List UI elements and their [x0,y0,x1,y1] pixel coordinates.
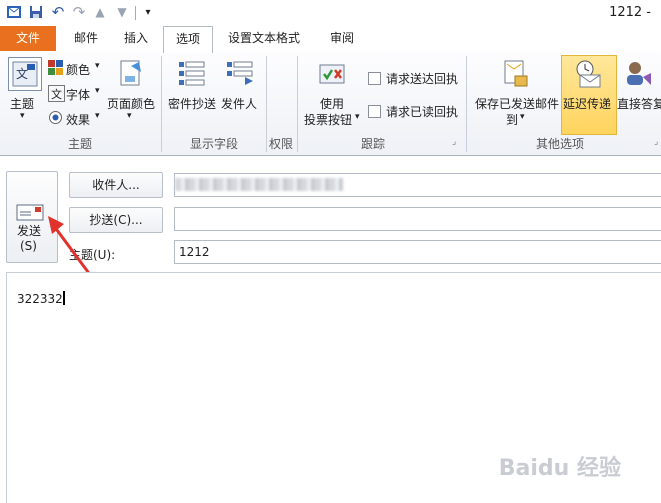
voting-label-line2: 投票按钮 [304,113,353,127]
tab-insert[interactable]: 插入 [114,26,158,51]
customize-icon[interactable]: ▾ [140,4,156,20]
delivery-receipt-label: 请求送达回执 [386,72,459,86]
save-icon[interactable] [28,4,44,20]
save-sent-label-line1: 保存已发送邮件 [475,97,560,111]
colors-button[interactable]: 颜色 [66,61,90,78]
colors-dropdown-icon[interactable]: ▾ [95,61,100,71]
cc-field[interactable] [174,207,661,231]
fonts-button[interactable]: 字体 [66,86,90,103]
voting-buttons-icon[interactable] [316,58,348,90]
group-label-more-options: 其他选项 [535,137,584,151]
group-separator [466,56,467,152]
save-sent-label-line2: 到 [506,113,519,127]
save-sent-icon[interactable] [500,57,532,91]
dialog-launcher-icon[interactable]: ⌟ [452,137,456,147]
annotation-arrow [44,214,94,276]
voting-dropdown-icon[interactable]: ▾ [355,112,360,122]
from-icon[interactable] [224,58,256,90]
fonts-icon: 文 [48,85,65,102]
delivery-receipt-checkbox[interactable] [368,72,381,85]
page-color-label: 页面颜色 [107,97,156,111]
redo-icon[interactable]: ↷ [71,3,87,21]
up-arrow-icon[interactable]: ▲ [92,4,108,20]
body-text: 322332 [17,291,65,306]
window-title: 1212 - [609,5,651,20]
group-label-show-fields: 显示字段 [189,137,238,151]
toolbar-divider [135,6,136,20]
page-color-dropdown-icon[interactable]: ▾ [127,111,132,121]
watermark: Baidu 经验 [498,456,621,481]
group-label-tracking: 跟踪 [360,137,385,151]
tab-options[interactable]: 选项 [163,26,213,53]
delay-delivery-icon [571,58,605,90]
page-color-icon[interactable] [116,57,146,89]
text-cursor [62,291,65,305]
redacted-address [175,178,343,191]
delay-delivery-label: 延迟传递 [563,97,612,111]
effects-dropdown-icon[interactable]: ▾ [95,111,100,121]
theme-dropdown-icon[interactable]: ▾ [20,111,25,121]
tab-file[interactable]: 文件 [0,26,56,51]
send-label: 发送 [17,224,42,238]
effects-button[interactable]: 效果 [66,111,90,128]
svg-text:文: 文 [16,66,28,81]
from-label: 发件人 [221,97,258,111]
to-button[interactable]: 收件人... [69,172,163,198]
down-arrow-icon[interactable]: ▼ [114,4,130,20]
read-receipt-label: 请求已读回执 [386,105,459,119]
direct-reply-label: 直接答复 [617,97,661,111]
group-label-themes: 主题 [67,137,92,151]
bcc-label: 密件抄送 [168,97,217,111]
save-sent-dropdown-icon[interactable]: ▾ [520,112,525,122]
dialog-launcher-icon[interactable]: ⌟ [654,137,658,147]
read-receipt-checkbox[interactable] [368,105,381,118]
theme-label: 主题 [10,97,35,111]
colors-icon [48,60,63,75]
group-label-permission: 权限 [268,137,293,151]
effects-icon [48,110,63,125]
undo-icon[interactable]: ↶ [50,3,66,21]
theme-icon[interactable]: 文 [8,57,42,91]
outlook-icon [6,4,22,20]
to-field[interactable] [174,173,661,197]
send-shortcut: (S) [20,239,37,253]
subject-field[interactable]: 1212 [174,240,661,264]
voting-label-line1: 使用 [320,97,345,111]
fonts-dropdown-icon[interactable]: ▾ [95,86,100,96]
tab-mail[interactable]: 邮件 [66,26,106,51]
bcc-icon[interactable] [176,58,208,90]
send-mail-icon [15,203,47,223]
tab-format-text[interactable]: 设置文本格式 [222,26,306,51]
tab-review[interactable]: 审阅 [322,26,362,51]
direct-reply-icon[interactable] [622,58,654,90]
